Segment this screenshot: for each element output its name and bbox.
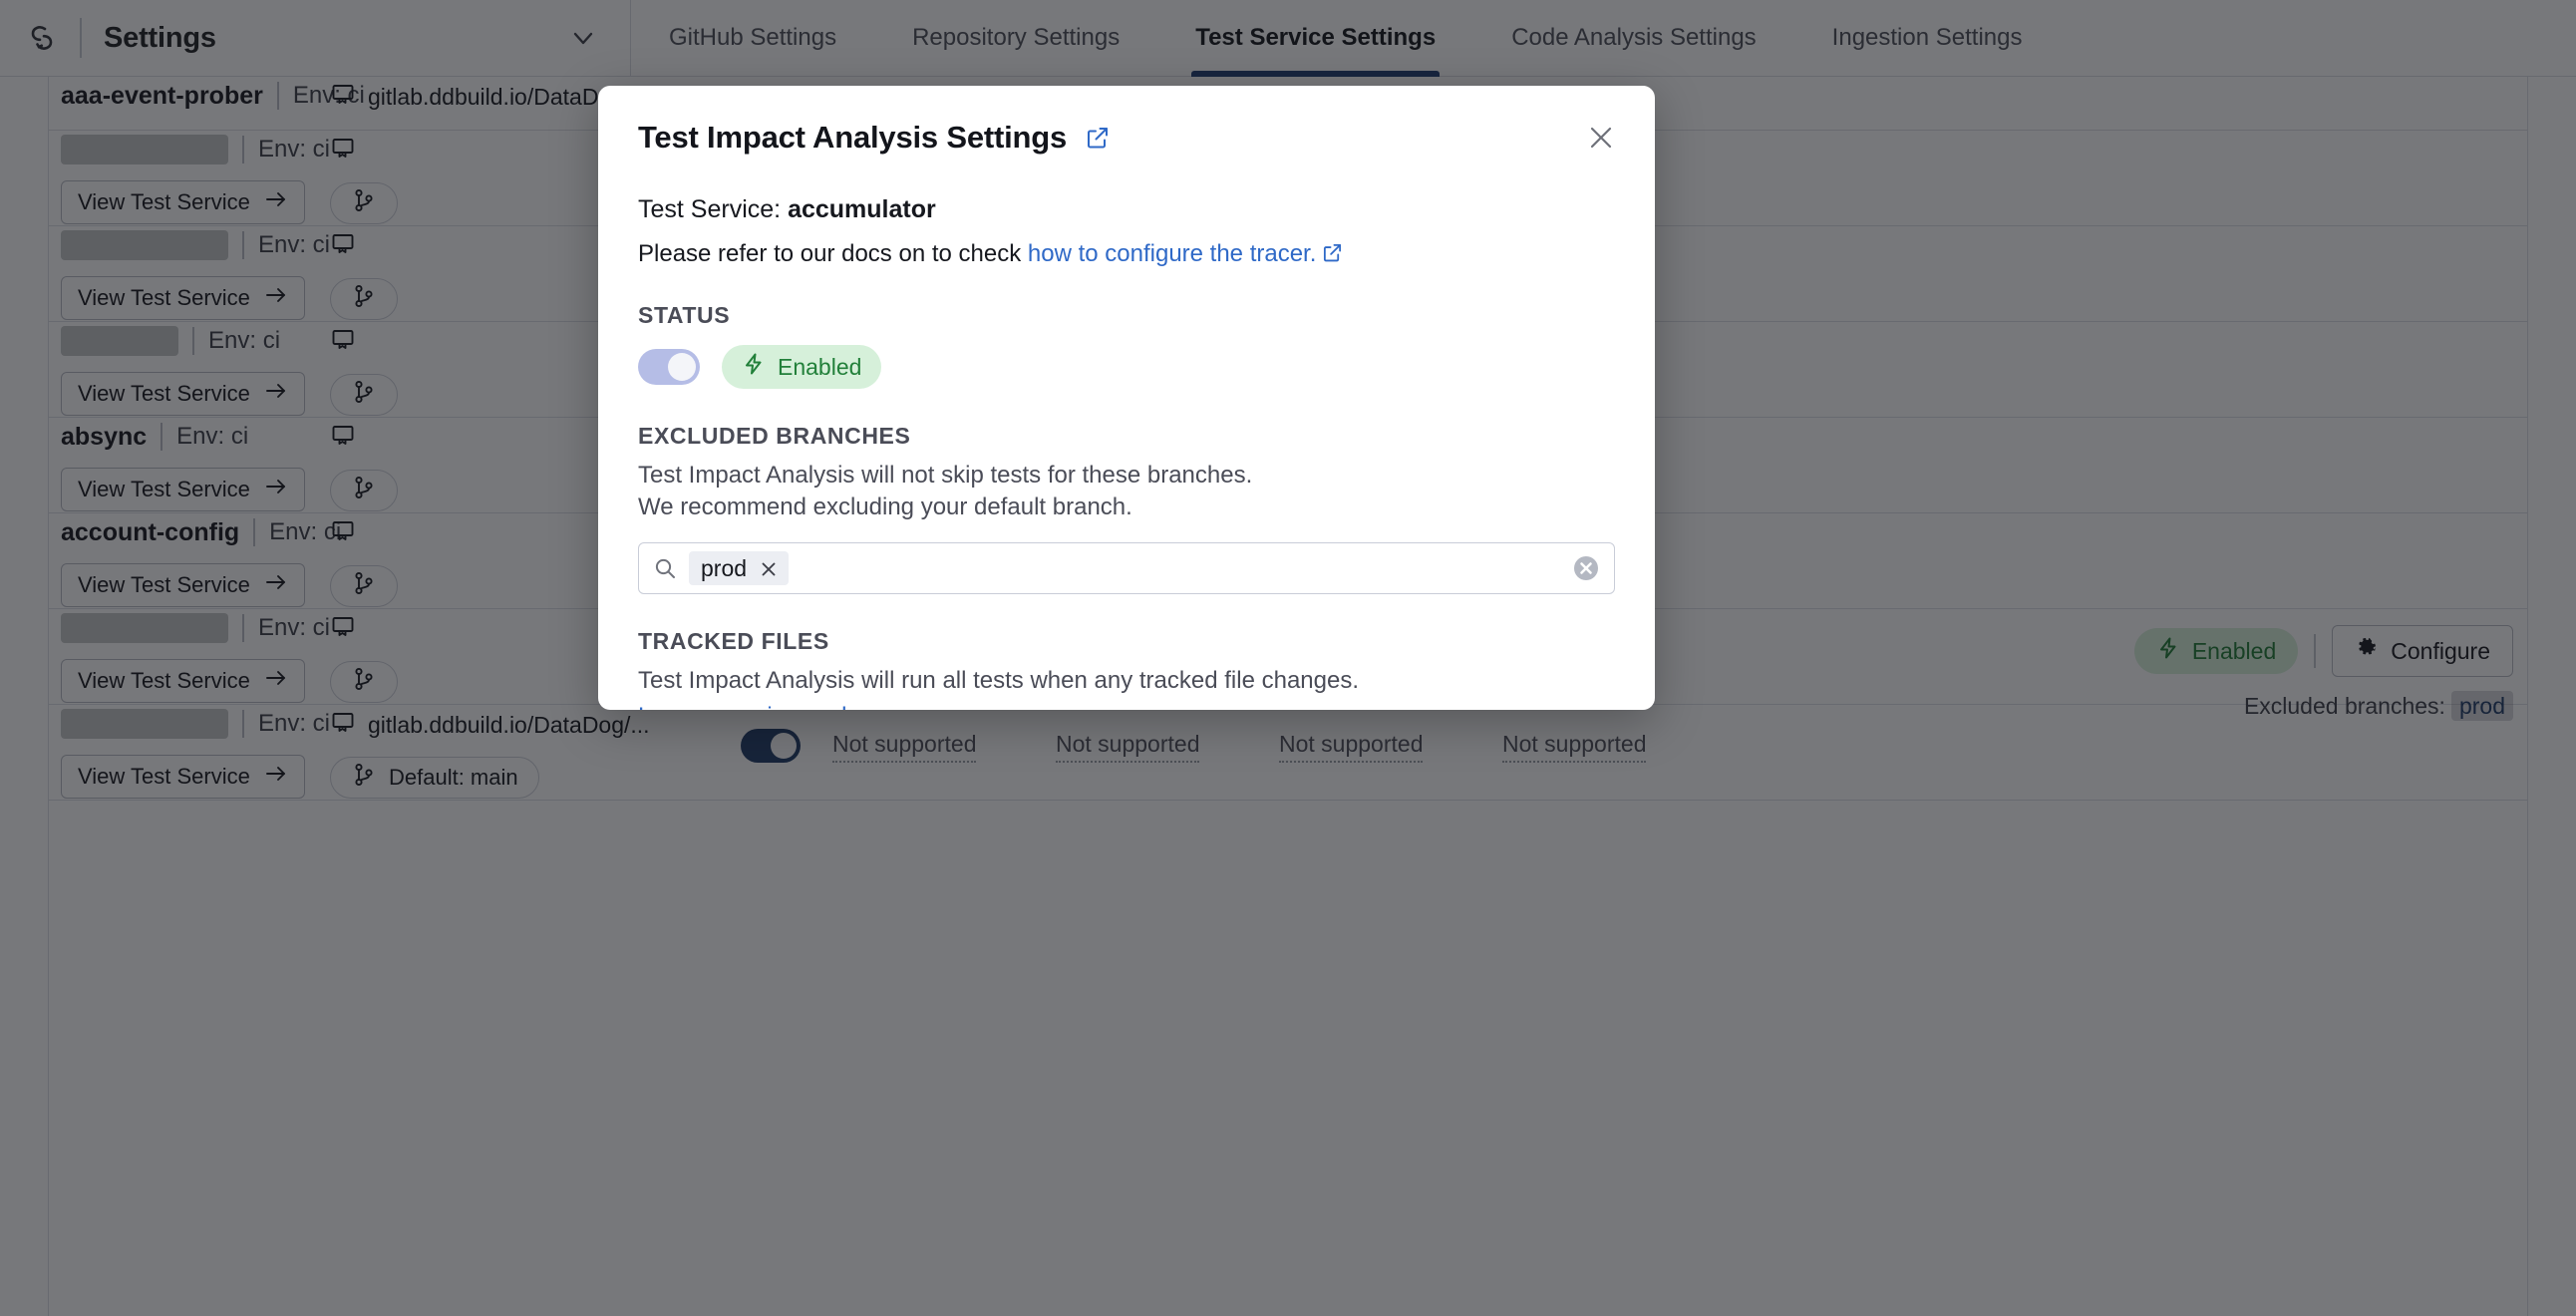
status-badge: Enabled [722,345,882,389]
modal-title: Test Impact Analysis Settings [638,120,1068,155]
modal-header: Test Impact Analysis Settings [598,86,1655,156]
modal-body: Test Service: accumulator Please refer t… [598,156,1655,710]
external-link-icon[interactable] [1085,125,1111,151]
status-badge-label: Enabled [778,353,862,380]
excluded-branches-description: Test Impact Analysis will not skip tests… [638,460,1615,522]
status-row: Enabled [638,345,1615,389]
close-icon[interactable] [759,558,779,578]
configure-tracer-link[interactable]: how to configure the tracer. [1028,240,1317,267]
test-impact-analysis-settings-modal: Test Impact Analysis Settings Test Servi… [598,86,1655,710]
docs-line: Please refer to our docs on to check how… [638,240,1615,268]
clear-circle-icon[interactable] [1572,554,1600,582]
search-icon [653,556,677,580]
bolt-icon [742,352,766,382]
excluded-branches-desc-line-1: Test Impact Analysis will not skip tests… [638,462,1253,489]
external-link-icon[interactable] [1322,242,1343,263]
docs-prefix: Please refer to our docs on to check [638,240,1022,267]
tia-status-toggle[interactable] [638,349,700,385]
test-service-name: accumulator [788,195,936,223]
status-section-label: STATUS [638,302,731,328]
learn-more-docs-link[interactable]: Learn more in our docs [638,703,884,710]
branch-chip-label: prod [701,554,748,581]
excluded-branches-input[interactable]: prod [638,542,1615,595]
excluded-branches-label: EXCLUDED BRANCHES [638,423,911,449]
branch-chip-prod[interactable]: prod [689,551,790,586]
app-root: Settings GitHub Settings Repository Sett… [0,0,2576,1316]
test-service-line: Test Service: accumulator [638,195,1615,224]
excluded-branches-desc-line-2: We recommend excluding your default bran… [638,493,1132,520]
tracked-files-label: TRACKED FILES [638,628,829,655]
test-service-prefix: Test Service: [638,195,782,223]
close-icon[interactable] [1581,118,1621,158]
tracked-files-link-wrap: Learn more in our docs [638,703,1615,710]
tracked-files-description: Test Impact Analysis will run all tests … [638,667,1359,695]
